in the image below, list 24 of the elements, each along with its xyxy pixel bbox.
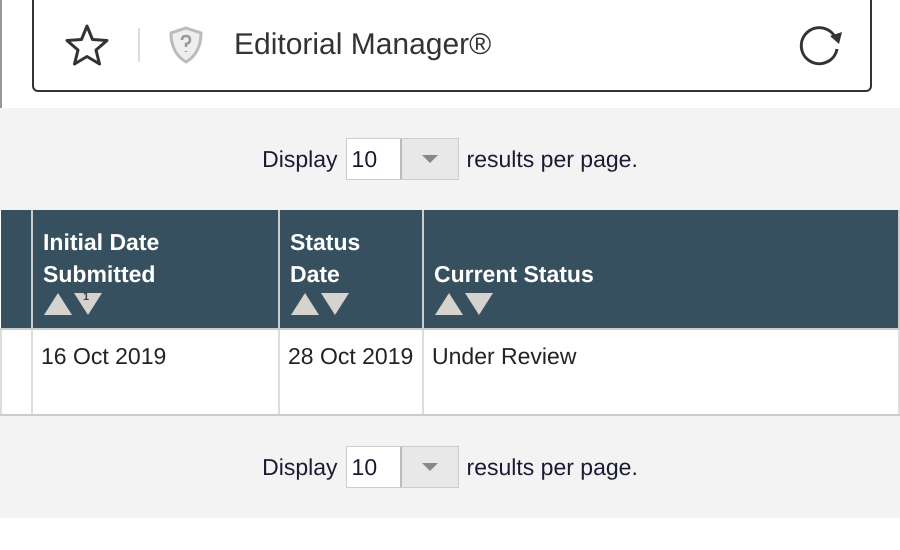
caret-icon bbox=[422, 463, 438, 471]
display-label: Display bbox=[262, 146, 338, 172]
sort-down-icon[interactable] bbox=[320, 292, 350, 316]
sort-up-icon[interactable] bbox=[43, 292, 73, 316]
sort-rank-label: 1 bbox=[83, 291, 90, 303]
column-header[interactable]: Initial Date Submitted 1 bbox=[32, 210, 279, 329]
column-header-label: Status Date bbox=[290, 228, 362, 289]
sort-up-icon[interactable] bbox=[290, 292, 320, 316]
star-icon[interactable] bbox=[64, 23, 110, 67]
page-size-select[interactable]: 10 bbox=[346, 446, 459, 488]
sort-up-icon[interactable] bbox=[434, 292, 464, 316]
page-size-select[interactable]: 10 bbox=[346, 138, 459, 180]
results-label: results per page. bbox=[466, 454, 638, 480]
shield-icon bbox=[168, 25, 204, 65]
results-label: results per page. bbox=[466, 146, 638, 172]
column-header[interactable]: Status Date bbox=[279, 210, 423, 329]
column-header-label: Initial Date Submitted bbox=[43, 228, 160, 289]
column-header-label: Current Status bbox=[434, 260, 595, 289]
sort-down-icon[interactable] bbox=[73, 292, 103, 316]
display-label: Display bbox=[262, 454, 338, 480]
column-header[interactable]: Current Status bbox=[423, 210, 899, 329]
page-title: Editorial Manager® bbox=[234, 28, 492, 62]
sort-down-icon[interactable] bbox=[464, 292, 494, 316]
caret-icon bbox=[422, 155, 438, 163]
